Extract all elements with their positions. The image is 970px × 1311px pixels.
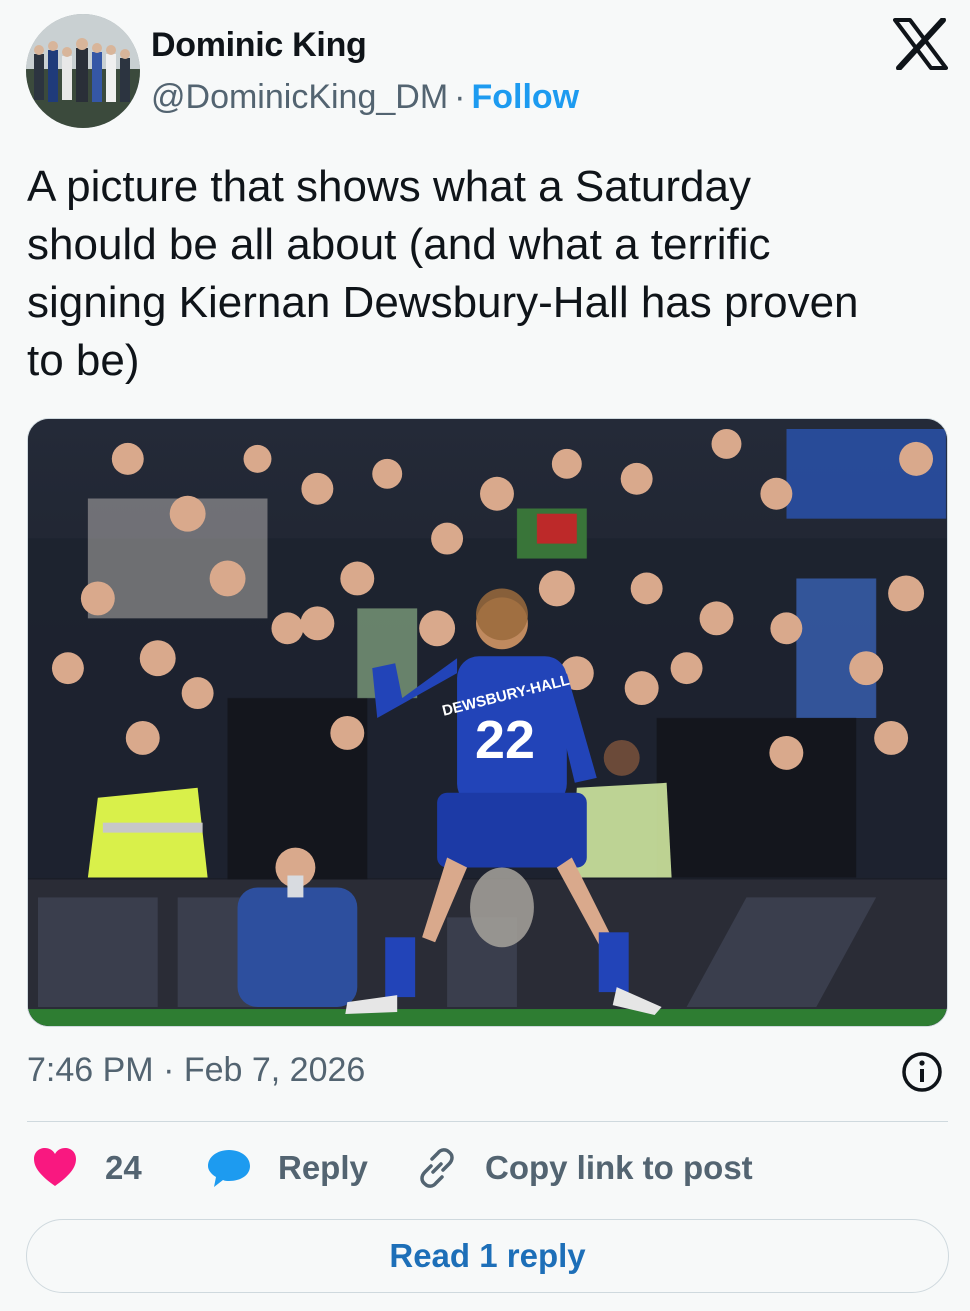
read-replies-button[interactable]: Read 1 reply: [26, 1219, 949, 1293]
handle[interactable]: @DominicKing_DM: [151, 78, 448, 116]
reply-bubble-icon: [208, 1150, 250, 1187]
link-icon: [420, 1148, 454, 1188]
handle-row: @DominicKing_DM · Follow: [151, 78, 579, 117]
jersey-number: 22: [475, 710, 535, 770]
like-button[interactable]: 24: [33, 1140, 142, 1196]
like-count: 24: [105, 1149, 142, 1186]
heart-icon: [34, 1148, 76, 1186]
avatar[interactable]: [26, 14, 140, 128]
handle-separator: ·: [454, 78, 466, 116]
tweet-photo[interactable]: DEWSBURY-HALL 22: [27, 418, 948, 1027]
copy-link-button[interactable]: Copy link to post: [415, 1140, 753, 1196]
tweet-card: Dominic King @DominicKing_DM · Follow A pi…: [0, 0, 970, 1311]
display-name[interactable]: Dominic King: [151, 26, 367, 65]
tweet-timestamp[interactable]: 7:46 PM · Feb 7, 2026: [27, 1051, 365, 1090]
follow-button[interactable]: Follow: [471, 78, 579, 116]
info-icon[interactable]: [901, 1051, 943, 1093]
reply-label: Reply: [278, 1149, 368, 1186]
copy-link-label: Copy link to post: [485, 1149, 753, 1186]
x-logo-icon[interactable]: [893, 17, 948, 71]
tweet-text: A picture that shows what a Saturday sho…: [27, 162, 859, 385]
reply-button[interactable]: Reply: [206, 1140, 368, 1196]
divider: [27, 1121, 948, 1122]
